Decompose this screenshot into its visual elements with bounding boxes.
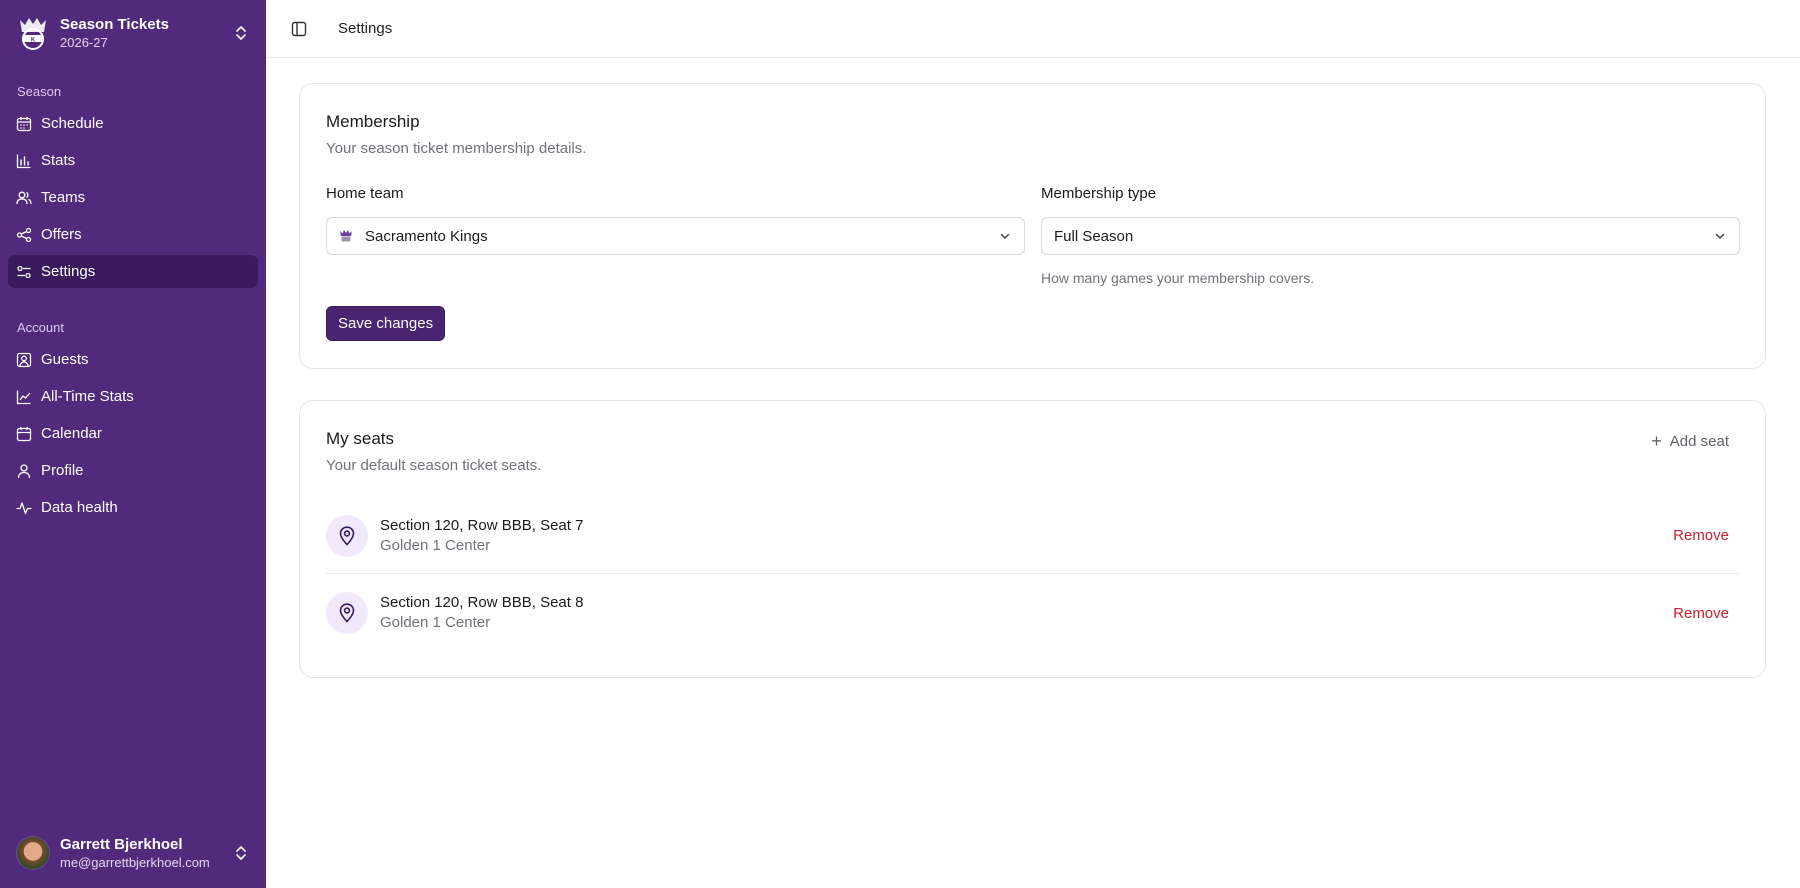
line-chart-icon: [16, 389, 32, 405]
sidebar-item-label: Schedule: [41, 115, 104, 132]
membership-type-hint: How many games your membership covers.: [1041, 270, 1315, 286]
avatar: [16, 836, 50, 870]
sidebar-item-label: All-Time Stats: [41, 388, 134, 405]
membership-type-select[interactable]: Full Season: [1041, 217, 1740, 255]
remove-seat-button[interactable]: Remove: [1673, 605, 1729, 622]
svg-text:K: K: [31, 38, 36, 44]
membership-card: Membership Your season ticket membership…: [299, 83, 1766, 369]
sidebar-toggle-icon[interactable]: [288, 18, 310, 40]
chevron-down-icon: [1713, 229, 1727, 243]
seats-description: Your default season ticket seats.: [326, 457, 542, 474]
add-seat-button[interactable]: + Add seat: [1651, 431, 1729, 452]
home-team-select[interactable]: Sacramento Kings: [326, 217, 1025, 255]
home-team-label: Home team: [326, 185, 404, 202]
seat-venue: Golden 1 Center: [380, 536, 491, 554]
season-group-label: Season: [17, 84, 62, 99]
seats-card: My seats Your default season ticket seat…: [299, 400, 1766, 678]
topbar: Settings: [266, 0, 1800, 58]
kings-logo-icon: [339, 229, 353, 243]
seat-row: Section 120, Row BBB, Seat 7 Golden 1 Ce…: [326, 498, 1741, 574]
sidebar-item-label: Calendar: [41, 425, 102, 442]
map-pin-icon: [326, 514, 368, 557]
home-team-value: Sacramento Kings: [365, 227, 488, 245]
sidebar-item-label: Offers: [41, 226, 82, 243]
remove-seat-button[interactable]: Remove: [1673, 527, 1729, 544]
seat-row: Section 120, Row BBB, Seat 8 Golden 1 Ce…: [326, 575, 1741, 651]
users-icon: [16, 190, 32, 206]
team-switcher[interactable]: K Season Tickets 2026-27: [0, 0, 266, 66]
user-icon: [16, 463, 32, 479]
sidebar-item-offers[interactable]: Offers: [8, 218, 258, 251]
activity-icon: [16, 500, 32, 516]
chevron-down-icon: [998, 229, 1012, 243]
main-content: Settings Membership Your season ticket m…: [266, 0, 1800, 888]
sidebar-item-stats[interactable]: Stats: [8, 144, 258, 177]
seats-title: My seats: [326, 429, 395, 448]
membership-type-label: Membership type: [1041, 185, 1157, 202]
membership-title: Membership: [326, 112, 420, 131]
sidebar-item-label: Data health: [41, 499, 118, 516]
brand-subtitle: 2026-27: [60, 34, 108, 50]
user-name: Garrett Bjerkhoel: [60, 835, 183, 853]
sidebar-item-guests[interactable]: Guests: [8, 343, 258, 376]
seat-title: Section 120, Row BBB, Seat 8: [380, 594, 584, 611]
seat-title: Section 120, Row BBB, Seat 7: [380, 516, 584, 534]
plus-icon: +: [1651, 431, 1662, 451]
user-menu[interactable]: Garrett Bjerkhoel me@garrettbjerkhoel.co…: [0, 830, 266, 876]
sidebar-item-label: Teams: [41, 189, 86, 206]
share-icon: [16, 227, 32, 243]
sidebar-item-label: Settings: [41, 263, 96, 280]
brand-title: Season Tickets: [60, 15, 169, 33]
save-changes-button[interactable]: Save changes: [326, 306, 446, 341]
sidebar: K Season Tickets 2026-27 Season Schedule…: [0, 0, 266, 888]
add-seat-label: Add seat: [1669, 433, 1729, 450]
chevrons-up-down-icon: [232, 24, 250, 42]
sidebar-item-schedule[interactable]: Schedule: [8, 107, 258, 140]
calendar-grid-icon: [16, 116, 32, 132]
user-email: me@garrettbjerkhoel.com: [60, 854, 210, 870]
sidebar-item-settings[interactable]: Settings: [8, 255, 258, 288]
app: K Season Tickets 2026-27 Season Schedule…: [0, 0, 1800, 888]
chevrons-up-down-icon: [232, 844, 250, 862]
sidebar-item-label: Stats: [41, 152, 76, 169]
contact-icon: [16, 352, 32, 368]
membership-type-value: Full Season: [1054, 227, 1134, 245]
page-title: Settings: [338, 20, 393, 37]
sidebar-item-profile[interactable]: Profile: [8, 454, 258, 487]
account-group-label: Account: [17, 320, 64, 335]
membership-description: Your season ticket membership details.: [326, 140, 587, 157]
bar-chart-icon: [16, 153, 32, 169]
kings-logo-icon: K: [16, 16, 50, 50]
sidebar-item-calendar[interactable]: Calendar: [8, 417, 258, 450]
sidebar-item-data-health[interactable]: Data health: [8, 491, 258, 524]
sidebar-item-label: Guests: [41, 351, 89, 368]
sidebar-item-teams[interactable]: Teams: [8, 181, 258, 214]
seat-venue: Golden 1 Center: [380, 614, 491, 631]
map-pin-icon: [326, 592, 368, 634]
sliders-icon: [16, 264, 32, 280]
sidebar-item-label: Profile: [41, 462, 84, 479]
calendar-icon: [16, 426, 32, 442]
sidebar-item-all-time-stats[interactable]: All-Time Stats: [8, 380, 258, 413]
